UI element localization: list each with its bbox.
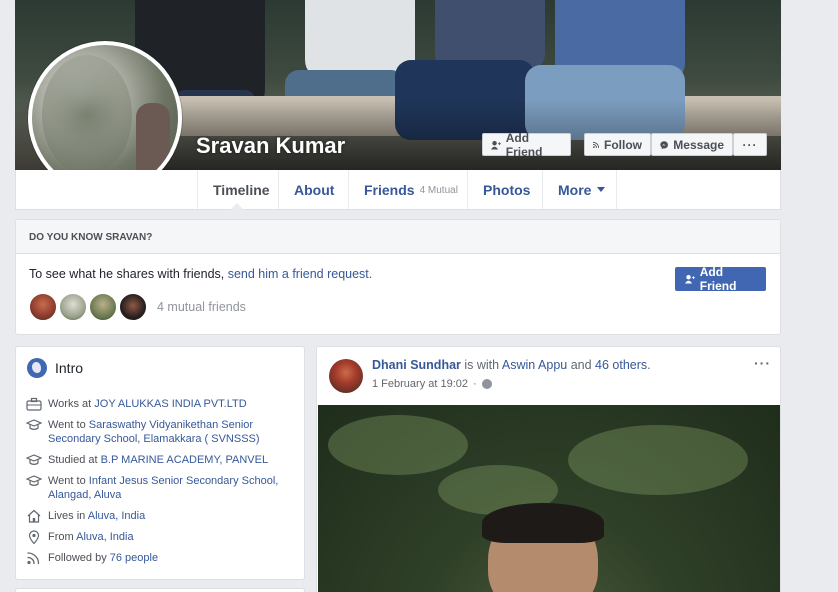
privacy-public-icon[interactable] [481, 379, 492, 389]
tab-friends-label: Friends [364, 181, 415, 198]
rss-icon [27, 552, 40, 565]
intro-link[interactable]: 76 people [110, 552, 158, 564]
post-author-avatar[interactable] [329, 359, 363, 393]
card-header: DO YOU KNOW SRAVAN? [16, 220, 780, 254]
post-period: . [647, 358, 651, 372]
add-friend-button[interactable]: Add Friend [675, 265, 766, 293]
friend-request-prompt: To see what he shares with friends, send… [29, 267, 372, 281]
intro-text: Works at JOY ALUKKAS INDIA PVT.LTD [48, 397, 247, 411]
intro-row-education: Went to Infant Jesus Senior Secondary Sc… [26, 474, 296, 502]
post-options-button[interactable]: ··· [754, 355, 771, 371]
active-tab-indicator [230, 203, 244, 210]
more-options-button[interactable]: ··· [733, 133, 767, 156]
tab-about[interactable]: About [278, 170, 348, 209]
post-author-link[interactable]: Dhani Sundhar [372, 358, 461, 372]
intro-prefix: Went to [48, 419, 89, 431]
intro-text: Followed by 76 people [48, 551, 158, 565]
caret-down-icon [597, 187, 606, 192]
intro-text: From Aluva, India [48, 530, 134, 544]
mutual-count: 4 Mutual [419, 185, 458, 196]
mutual-friend-avatar[interactable] [119, 293, 147, 321]
intro-link[interactable]: Aluva, India [76, 531, 133, 543]
post-photo[interactable] [318, 405, 780, 592]
add-friend-label: Add Friend [699, 265, 737, 293]
intro-row-education: Went to Saraswathy Vidyanikethan Senior … [26, 418, 296, 446]
photo-hair [482, 503, 604, 543]
location-pin-icon [28, 530, 40, 544]
intro-row-work: Works at JOY ALUKKAS INDIA PVT.LTD [26, 397, 296, 411]
meta-separator: · [473, 378, 477, 390]
mutual-friends-row: 4 mutual friends [29, 293, 246, 321]
globe-icon [27, 358, 47, 378]
do-you-know-card: DO YOU KNOW SRAVAN? To see what he share… [15, 219, 781, 335]
mutual-friend-avatar[interactable] [29, 293, 57, 321]
intro-link[interactable]: B.P MARINE ACADEMY, PANVEL [101, 454, 269, 466]
intro-link[interactable]: JOY ALUKKAS INDIA PVT.LTD [94, 398, 246, 410]
add-friend-icon [491, 140, 501, 149]
mutual-friends-count[interactable]: 4 mutual friends [157, 300, 246, 314]
intro-prefix: Went to [48, 475, 89, 487]
graduation-cap-icon [26, 454, 42, 465]
tab-about-label: About [294, 181, 335, 198]
messenger-icon [660, 140, 668, 149]
rss-icon [593, 141, 599, 148]
photos-card [15, 588, 305, 592]
timeline-post: Dhani Sundhar is with Aswin Appu and 46 … [316, 346, 781, 592]
intro-card: Intro Works at JOY ALUKKAS INDIA PVT.LTD… [15, 346, 305, 580]
follow-label: Follow [604, 137, 642, 152]
message-label: Message [673, 137, 724, 152]
intro-link[interactable]: Aluva, India [88, 510, 145, 522]
photo-foliage [568, 425, 748, 495]
tab-photos[interactable]: Photos [467, 170, 542, 209]
intro-row-education: Studied at B.P MARINE ACADEMY, PANVEL [26, 453, 296, 467]
tab-more[interactable]: More [542, 170, 617, 209]
intro-text: Lives in Aluva, India [48, 509, 145, 523]
tagged-person-link[interactable]: Aswin Appu [502, 358, 567, 372]
intro-text: Went to Infant Jesus Senior Secondary Sc… [48, 474, 296, 502]
graduation-cap-icon [26, 475, 42, 486]
intro-prefix: Lives in [48, 510, 88, 522]
mutual-friend-avatar[interactable] [59, 293, 87, 321]
follow-button[interactable]: Follow [584, 133, 651, 156]
graduation-cap-icon [26, 419, 42, 430]
intro-list: Works at JOY ALUKKAS INDIA PVT.LTD Went … [26, 397, 296, 572]
message-button[interactable]: Message [651, 133, 733, 156]
intro-row-followers: Followed by 76 people [26, 551, 296, 565]
post-meta: 1 February at 19:02 · [372, 378, 492, 390]
intro-row-from: From Aluva, India [26, 530, 296, 544]
tab-more-label: More [558, 181, 592, 198]
post-timestamp[interactable]: 1 February at 19:02 [372, 378, 468, 390]
tagged-others-link[interactable]: 46 others [595, 358, 647, 372]
mutual-friend-avatar[interactable] [89, 293, 117, 321]
add-friend-label: Add Friend [505, 130, 543, 159]
intro-prefix: Studied at [48, 454, 101, 466]
more-dots-icon: ··· [742, 137, 758, 152]
prompt-text: To see what he shares with friends, [29, 267, 228, 281]
avatar-tree [42, 55, 132, 175]
tab-timeline-label: Timeline [213, 181, 270, 198]
intro-prefix: Works at [48, 398, 95, 410]
add-friend-icon [685, 275, 695, 284]
intro-row-lives: Lives in Aluva, India [26, 509, 296, 523]
intro-title: Intro [27, 358, 83, 378]
intro-heading: Intro [55, 360, 84, 376]
photo-foliage [328, 415, 468, 475]
intro-text: Studied at B.P MARINE ACADEMY, PANVEL [48, 453, 268, 467]
post-and-text: and [567, 358, 596, 372]
intro-prefix: From [48, 531, 77, 543]
profile-name[interactable]: Sravan Kumar [196, 133, 345, 159]
post-header: Dhani Sundhar is with Aswin Appu and 46 … [372, 358, 651, 372]
intro-text: Went to Saraswathy Vidyanikethan Senior … [48, 418, 296, 446]
intro-prefix: Followed by [48, 552, 110, 564]
profile-nav: Timeline About Friends 4 Mutual Photos M… [15, 170, 781, 210]
add-friend-button[interactable]: Add Friend [482, 130, 571, 159]
home-icon [27, 509, 41, 523]
tab-friends[interactable]: Friends 4 Mutual [348, 170, 467, 209]
post-with-text: is with [460, 358, 502, 372]
briefcase-icon [26, 397, 42, 411]
send-friend-request-link[interactable]: send him a friend request. [228, 267, 373, 281]
tab-photos-label: Photos [483, 181, 531, 198]
